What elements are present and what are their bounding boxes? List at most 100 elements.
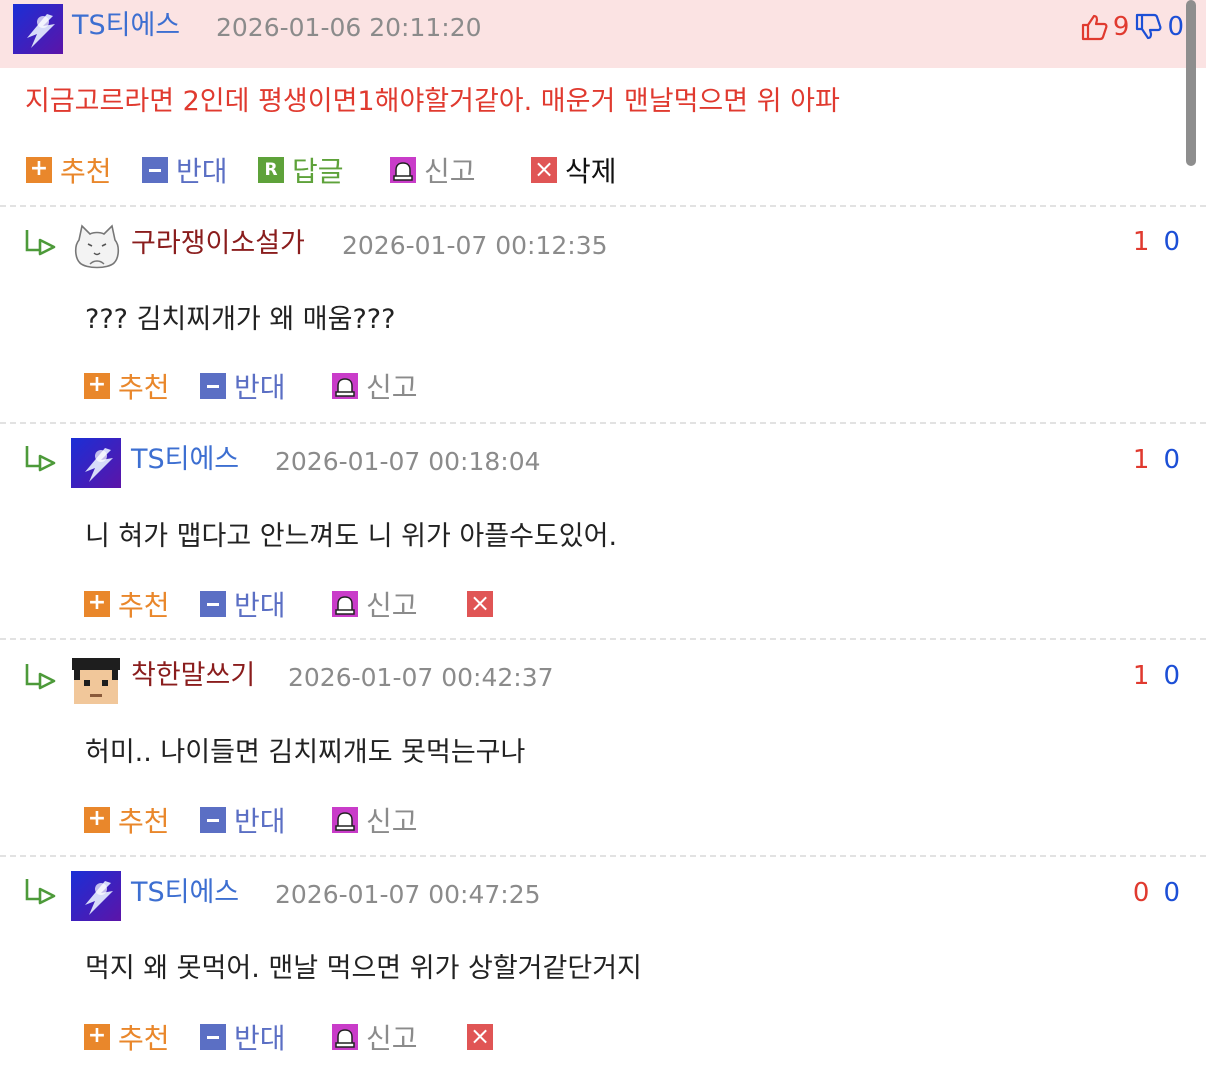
- oppose-button[interactable]: 반대: [142, 150, 228, 190]
- comment-text: 먹지 왜 못먹어. 맨날 먹으면 위가 상할거같단거지: [85, 953, 642, 984]
- report-button[interactable]: 신고: [332, 800, 418, 840]
- reply-arrow-icon: [24, 228, 58, 256]
- reply-arrow-icon: [24, 877, 58, 905]
- comment-actions: 추천 반대 신고: [84, 584, 514, 624]
- recommend-label: 추천: [60, 155, 112, 188]
- minus-icon: [200, 807, 226, 833]
- upvote-count: 1: [1132, 227, 1150, 257]
- author-name[interactable]: 구라쟁이소설가: [131, 228, 305, 260]
- comment-thread: TS티에스 2026-01-06 20:11:20 9 0 지금고르라면 2인데…: [0, 0, 1206, 1067]
- reply-item: 착한말쓰기 2026-01-07 00:42:37 10 허미.. 나이들면 김…: [0, 640, 1206, 857]
- plus-icon: [84, 371, 110, 399]
- close-icon: [531, 156, 557, 183]
- comment-actions: 추천 반대 신고: [84, 366, 484, 406]
- downvote-count: 0: [1163, 878, 1180, 908]
- report-label: 신고: [366, 589, 418, 622]
- report-label: 신고: [366, 371, 418, 404]
- oppose-label: 반대: [234, 371, 286, 404]
- plus-icon: [26, 155, 52, 183]
- avatar[interactable]: [71, 871, 121, 921]
- vote-counter: 10: [1133, 660, 1180, 692]
- oppose-label: 반대: [234, 589, 286, 622]
- recommend-button[interactable]: 추천: [26, 150, 112, 190]
- upvote-count: 9: [1112, 12, 1130, 42]
- close-icon: [467, 590, 493, 617]
- author-name[interactable]: TS티에스: [72, 10, 180, 42]
- downvote-count: 0: [1163, 227, 1180, 257]
- recommend-button[interactable]: 추천: [84, 366, 170, 406]
- report-label: 신고: [366, 805, 418, 838]
- reply-arrow-icon: [24, 444, 58, 472]
- delete-button[interactable]: 삭제: [531, 150, 617, 190]
- comment-timestamp: 2026-01-06 20:11:20: [216, 13, 482, 42]
- delete-label: 삭제: [565, 155, 617, 188]
- comment-text: ??? 김치찌개가 왜 매움???: [85, 304, 396, 335]
- thumbs-up-icon[interactable]: [1079, 12, 1109, 42]
- avatar[interactable]: [13, 4, 63, 54]
- recommend-button[interactable]: 추천: [84, 1017, 170, 1057]
- author-name[interactable]: 착한말쓰기: [131, 660, 255, 692]
- recommend-label: 추천: [118, 1022, 170, 1055]
- report-label: 신고: [366, 1022, 418, 1055]
- reply-button[interactable]: 답글: [258, 150, 344, 190]
- minus-icon: [200, 1024, 226, 1050]
- vote-counter: 00: [1133, 877, 1180, 909]
- comment-timestamp: 2026-01-07 00:12:35: [342, 231, 608, 260]
- vote-counter: 10: [1133, 226, 1180, 258]
- reply-item: 구라쟁이소설가 2026-01-07 00:12:35 10 ??? 김치찌개가…: [0, 208, 1206, 424]
- close-icon: [467, 1023, 493, 1050]
- report-button[interactable]: 신고: [332, 366, 418, 406]
- author-name[interactable]: TS티에스: [131, 877, 239, 909]
- oppose-button[interactable]: 반대: [200, 366, 286, 406]
- avatar[interactable]: [71, 438, 121, 488]
- plus-icon: [84, 1022, 110, 1050]
- avatar[interactable]: [70, 654, 122, 706]
- report-button[interactable]: 신고: [332, 1017, 418, 1057]
- recommend-label: 추천: [118, 371, 170, 404]
- downvote-count: 0: [1163, 661, 1180, 691]
- pixel-face-avatar-image: [70, 654, 122, 706]
- oppose-button[interactable]: 반대: [200, 1017, 286, 1057]
- scrollbar[interactable]: [1186, 0, 1196, 166]
- recommend-button[interactable]: 추천: [84, 584, 170, 624]
- comment-text: 허미.. 나이들면 김치찌개도 못먹는구나: [85, 737, 526, 768]
- comment-actions: 추천 반대 신고: [84, 800, 484, 840]
- downvote-count: 0: [1163, 445, 1180, 475]
- reply-r-icon: [258, 157, 284, 183]
- recommend-label: 추천: [118, 589, 170, 622]
- original-comment-header: TS티에스 2026-01-06 20:11:20 9 0: [0, 0, 1206, 68]
- siren-icon: [332, 1024, 358, 1050]
- vote-counter: 10: [1133, 444, 1180, 476]
- oppose-button[interactable]: 반대: [200, 800, 286, 840]
- cat-avatar-image: [74, 224, 120, 269]
- avatar-image: [13, 4, 63, 54]
- vote-counter: 9 0: [1079, 10, 1184, 44]
- report-button[interactable]: 신고: [390, 150, 476, 190]
- oppose-label: 반대: [234, 805, 286, 838]
- comment-timestamp: 2026-01-07 00:42:37: [288, 663, 554, 692]
- author-name[interactable]: TS티에스: [131, 444, 239, 476]
- report-button[interactable]: 신고: [332, 584, 418, 624]
- avatar[interactable]: [70, 220, 124, 274]
- original-comment: TS티에스 2026-01-06 20:11:20 9 0 지금고르라면 2인데…: [0, 0, 1206, 207]
- plus-icon: [84, 589, 110, 617]
- comment-text: 니 혀가 맵다고 안느껴도 니 위가 아플수도있어.: [85, 521, 618, 552]
- delete-button[interactable]: [467, 1017, 501, 1057]
- upvote-count: 1: [1132, 445, 1150, 475]
- oppose-button[interactable]: 반대: [200, 584, 286, 624]
- comment-actions: 추천 반대 답글 신고 삭제: [26, 150, 726, 190]
- recommend-button[interactable]: 추천: [84, 800, 170, 840]
- siren-icon: [332, 373, 358, 399]
- minus-icon: [200, 373, 226, 399]
- reply-item: TS티에스 2026-01-07 00:18:04 10 니 혀가 맵다고 안느…: [0, 424, 1206, 640]
- upvote-count: 0: [1132, 878, 1150, 908]
- upvote-count: 1: [1132, 661, 1150, 691]
- comment-timestamp: 2026-01-07 00:18:04: [275, 447, 541, 476]
- thumbs-down-icon[interactable]: [1133, 12, 1163, 42]
- siren-icon: [332, 807, 358, 833]
- delete-button[interactable]: [467, 584, 501, 624]
- downvote-count: 0: [1167, 12, 1184, 42]
- plus-icon: [84, 805, 110, 833]
- oppose-label: 반대: [176, 155, 228, 188]
- comment-timestamp: 2026-01-07 00:47:25: [275, 880, 541, 909]
